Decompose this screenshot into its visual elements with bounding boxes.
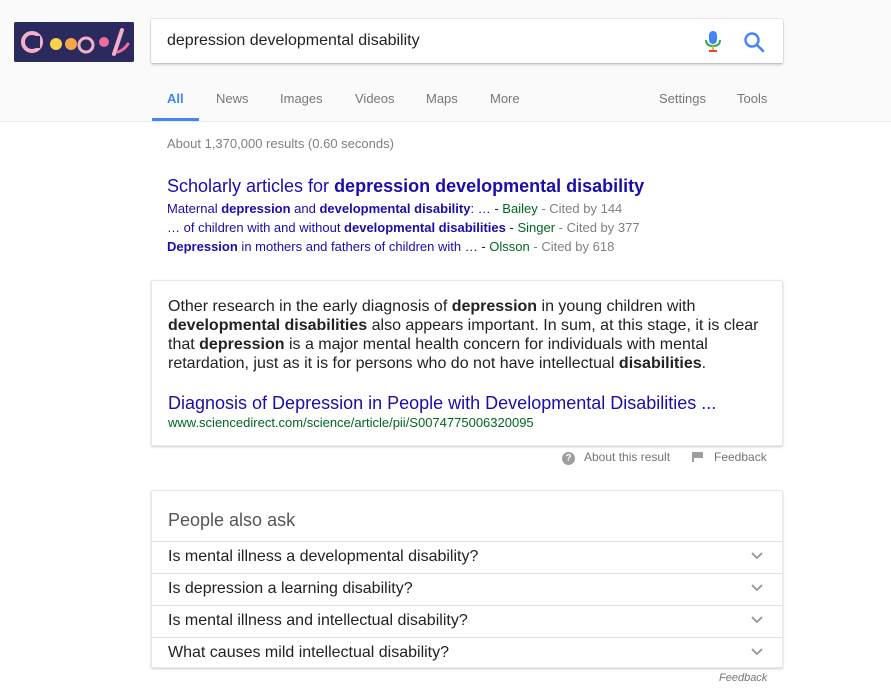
featured-snippet-text: Other research in the early diagnosis of… [168, 297, 768, 373]
text-run: … of children with and without [167, 220, 345, 235]
search-input[interactable] [167, 31, 687, 51]
paa-question-1[interactable]: Is mental illness a developmental disabi… [152, 541, 782, 574]
scholar-item-link[interactable]: … of children with and without developme… [167, 220, 506, 235]
paa-question-text: Is depression a learning disability? [168, 580, 413, 597]
tab-images[interactable]: Images [280, 91, 323, 106]
paa-question-text: Is mental illness a developmental disabi… [168, 548, 479, 565]
tab-more[interactable]: More [490, 91, 520, 106]
highlighted-term: developmental disability [319, 201, 471, 216]
flag-icon[interactable] [692, 452, 703, 462]
result-stats: About 1,370,000 results (0.60 seconds) [167, 136, 394, 151]
scholar-item-author: Bailey [502, 201, 538, 216]
active-tab-indicator [152, 118, 199, 121]
scholar-item-link[interactable]: Depression in mothers and fathers of chi… [167, 239, 478, 254]
scholar-item-author: Olsson [489, 239, 530, 254]
scholarly-articles-title[interactable]: Scholarly articles for depression develo… [167, 176, 644, 197]
text-run: in young children with [537, 298, 696, 315]
highlighted-term: depression [221, 201, 291, 216]
scholar-item-link[interactable]: Maternal depression and developmental di… [167, 201, 491, 216]
paa-question-4[interactable]: What causes mild intellectual disability… [152, 637, 782, 670]
scholar-item: Depression in mothers and fathers of chi… [167, 239, 614, 254]
separator: - [555, 220, 567, 235]
scholar-item: Maternal depression and developmental di… [167, 201, 622, 216]
separator: - [537, 201, 550, 216]
scholar-item: … of children with and without developme… [167, 220, 640, 235]
featured-snippet-url: www.sciencedirect.com/science/article/pi… [168, 415, 534, 430]
chevron-down-icon [751, 584, 763, 592]
scholar-title-query: depression developmental disability [334, 176, 645, 196]
settings-link[interactable]: Settings [659, 91, 706, 106]
scholar-item-cited[interactable]: Cited by 618 [541, 239, 614, 254]
text-run: Maternal [167, 201, 222, 216]
tab-all[interactable]: All [167, 91, 184, 106]
highlighted-term: Depression [167, 239, 238, 254]
highlighted-term: depression [199, 336, 285, 353]
doodle-logo-icon [14, 22, 134, 62]
search-icon[interactable] [743, 31, 765, 53]
search-box [151, 19, 783, 63]
tools-link[interactable]: Tools [737, 91, 767, 106]
text-run: : … [470, 201, 491, 216]
chevron-down-icon [751, 552, 763, 560]
about-icon[interactable]: ? [562, 452, 575, 465]
paa-question-2[interactable]: Is depression a learning disability? [152, 573, 782, 606]
text-run: and [290, 201, 320, 216]
search-tabs: All News Images Videos Maps More Setting… [0, 90, 891, 121]
paa-feedback-link[interactable]: Feedback [719, 672, 767, 684]
text-run: . [701, 355, 707, 372]
paa-question-text: Is mental illness and intellectual disab… [168, 612, 468, 629]
scholar-item-cited[interactable]: Cited by 144 [549, 201, 622, 216]
chevron-down-icon [751, 648, 763, 656]
paa-question-3[interactable]: Is mental illness and intellectual disab… [152, 605, 782, 638]
people-also-ask-card: People also ask Is mental illness a deve… [151, 490, 783, 668]
header: All News Images Videos Maps More Setting… [0, 0, 891, 122]
tab-videos[interactable]: Videos [355, 91, 395, 106]
google-doodle-logo[interactable] [14, 22, 134, 62]
scholar-title-prefix: Scholarly articles for [167, 176, 335, 196]
people-also-ask-title: People also ask [168, 510, 296, 530]
paa-question-text: What causes mild intellectual disability… [168, 644, 450, 661]
snippet-feedback-link[interactable]: Feedback [714, 450, 767, 464]
text-run: in mothers and fathers of children with … [237, 239, 478, 254]
tab-maps[interactable]: Maps [426, 91, 458, 106]
highlighted-term: depression [451, 298, 538, 315]
text-run: Other research in the early diagnosis of [168, 298, 452, 315]
mic-icon[interactable] [705, 31, 721, 53]
tab-news[interactable]: News [216, 91, 249, 106]
highlighted-term: developmental disabilities [344, 220, 506, 235]
chevron-down-icon [751, 616, 763, 624]
about-this-result-link[interactable]: About this result [584, 450, 670, 464]
highlighted-term: developmental disabilities [168, 317, 368, 334]
scholar-item-cited[interactable]: Cited by 377 [567, 220, 640, 235]
scholar-item-author: Singer [517, 220, 556, 235]
separator: - [529, 239, 542, 254]
featured-snippet-link[interactable]: Diagnosis of Depression in People with D… [168, 393, 716, 414]
highlighted-term: disabilities [618, 355, 702, 372]
featured-snippet-card: Other research in the early diagnosis of… [151, 280, 783, 446]
